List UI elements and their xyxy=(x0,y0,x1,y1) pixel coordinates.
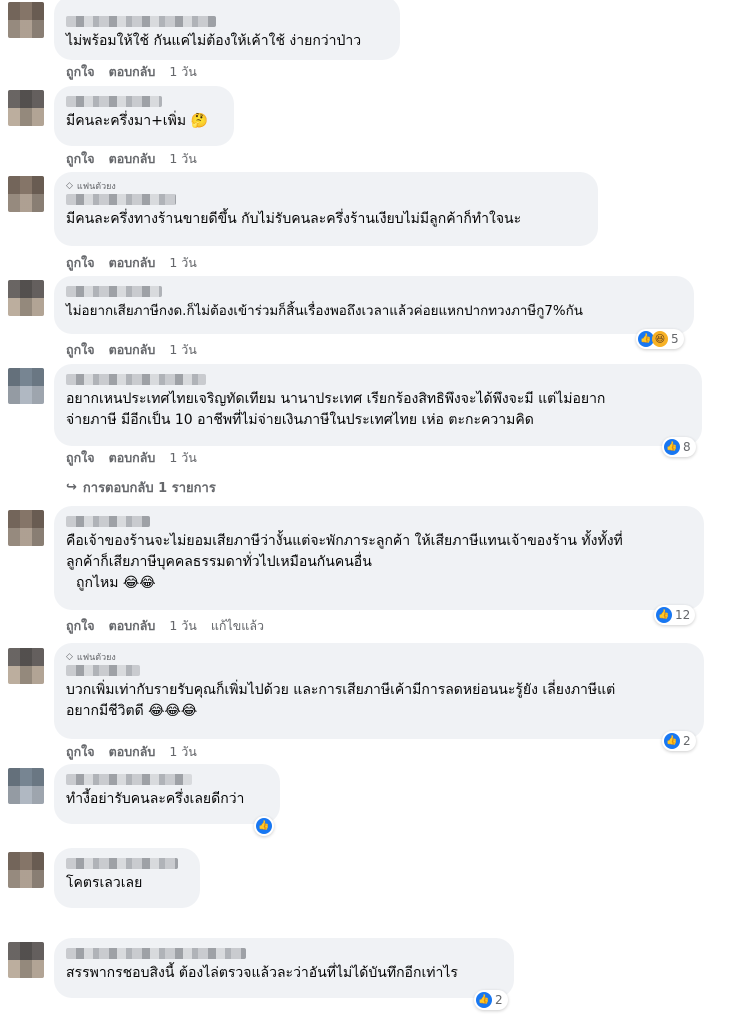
comment-actions: ถูกใจ ตอบกลับ 1 วัน xyxy=(66,253,197,273)
author-name-blurred[interactable] xyxy=(66,194,176,205)
like-icon: 👍 xyxy=(476,992,492,1008)
reaction-count: 2 xyxy=(683,734,691,748)
reaction-count: 12 xyxy=(675,608,691,622)
comment-actions: ถูกใจ ตอบกลับ 1 วัน xyxy=(66,340,197,360)
avatar[interactable] xyxy=(8,176,44,212)
avatar[interactable] xyxy=(8,942,44,978)
comment-bubble: ◇ แฟนตัวยง บวกเพิ่มเท่ากับรายรับคุณก็เพิ่… xyxy=(54,643,704,739)
comment-actions: ถูกใจ ตอบกลับ 1 วัน xyxy=(66,62,197,82)
comment-text: โคตรเลวเลย xyxy=(66,875,143,891)
timestamp[interactable]: 1 วัน xyxy=(169,253,197,273)
timestamp[interactable]: 1 วัน xyxy=(169,448,197,468)
top-fan-badge: ◇ แฟนตัวยง xyxy=(66,181,116,192)
reaction-summary[interactable]: 👍 😆 5 xyxy=(636,329,684,349)
comment-text: สรรพากรชอบสิงนี้ ต้องไล่ตรวจแล้วละว่าอัน… xyxy=(66,965,458,981)
author-name-blurred[interactable] xyxy=(66,858,178,869)
reply-button[interactable]: ตอบกลับ xyxy=(109,340,156,360)
comment-text: ทำงี้อย่ารับคนละครึ่งเลยดีกว่า xyxy=(66,791,245,807)
comment-bubble: ทำงี้อย่ารับคนละครึ่งเลยดีกว่า xyxy=(54,764,280,824)
like-button[interactable]: ถูกใจ xyxy=(66,448,95,468)
timestamp[interactable]: 1 วัน xyxy=(169,149,197,169)
comment-bubble: อยากเหนประเทศไทยเจริญทัดเทียม นานาประเทศ… xyxy=(54,364,702,446)
reaction-summary[interactable]: 👍 2 xyxy=(474,990,508,1010)
author-name-blurred[interactable] xyxy=(66,16,216,27)
comment-actions: ถูกใจ ตอบกลับ 1 วัน xyxy=(66,448,197,468)
author-name-blurred[interactable] xyxy=(66,665,140,676)
reaction-summary[interactable]: 👍 8 xyxy=(662,437,696,457)
comment-text: บวกเพิ่มเท่ากับรายรับคุณก็เพิ่มไปด้วย แล… xyxy=(66,682,616,719)
comment-bubble: คือเจ้าของร้านจะไม่ยอมเสียภาษีว่างั้นแต่… xyxy=(54,506,704,610)
avatar[interactable] xyxy=(8,280,44,316)
like-icon: 👍 xyxy=(664,733,680,749)
timestamp[interactable]: 1 วัน xyxy=(169,62,197,82)
reaction-count: 2 xyxy=(495,993,503,1007)
comment-text: คือเจ้าของร้านจะไม่ยอมเสียภาษีว่างั้นแต่… xyxy=(66,533,623,591)
reply-arrow-icon: ↪ xyxy=(66,480,77,495)
top-fan-badge: ◇ แฟนตัวยง xyxy=(66,652,116,663)
comment-bubble: สรรพากรชอบสิงนี้ ต้องไล่ตรวจแล้วละว่าอัน… xyxy=(54,938,514,998)
timestamp[interactable]: 1 วัน xyxy=(169,616,197,636)
avatar[interactable] xyxy=(8,368,44,404)
comment-text: ไม่อยากเสียภาษีกงด.ก็ไม่ต้องเข้าร่วมก็สิ… xyxy=(66,304,583,319)
avatar[interactable] xyxy=(8,510,44,546)
reply-button[interactable]: ตอบกลับ xyxy=(109,253,156,273)
like-icon: 👍 xyxy=(664,439,680,455)
comment-actions: ถูกใจ ตอบกลับ 1 วัน xyxy=(66,149,197,169)
reaction-summary[interactable]: 👍 2 xyxy=(662,731,696,751)
timestamp[interactable]: 1 วัน xyxy=(169,742,197,762)
like-button[interactable]: ถูกใจ xyxy=(66,62,95,82)
reaction-count: 5 xyxy=(671,332,679,346)
avatar[interactable] xyxy=(8,648,44,684)
comment-actions: ถูกใจ ตอบกลับ 1 วัน xyxy=(66,742,197,762)
comment-bubble: ไม่พร้อมให้ใช้ กันแค่ไม่ต้องให้เค้าใช้ ง… xyxy=(54,0,400,60)
avatar[interactable] xyxy=(8,2,44,38)
comment-bubble: ◇ แฟนตัวยง มีคนละครึ่งทางร้านขายดีขึ้น กั… xyxy=(54,172,598,246)
reaction-count: 8 xyxy=(683,440,691,454)
reply-button[interactable]: ตอบกลับ xyxy=(109,62,156,82)
comment-actions: ถูกใจ ตอบกลับ 1 วัน แก้ไขแล้ว xyxy=(66,616,264,636)
author-name-blurred[interactable] xyxy=(66,286,162,297)
edited-label[interactable]: แก้ไขแล้ว xyxy=(211,616,264,636)
diamond-icon: ◇ xyxy=(66,652,73,662)
reply-button[interactable]: ตอบกลับ xyxy=(109,742,156,762)
view-replies-link[interactable]: ↪ การตอบกลับ 1 รายการ xyxy=(66,477,216,498)
comment-bubble: โคตรเลวเลย xyxy=(54,848,200,908)
like-icon: 👍 xyxy=(256,818,272,834)
avatar[interactable] xyxy=(8,90,44,126)
comment-bubble: มีคนละครึ่งมา+เพิ่ม 🤔 xyxy=(54,86,234,146)
like-button[interactable]: ถูกใจ xyxy=(66,149,95,169)
author-name-blurred[interactable] xyxy=(66,516,150,527)
like-button[interactable]: ถูกใจ xyxy=(66,742,95,762)
reply-button[interactable]: ตอบกลับ xyxy=(109,448,156,468)
reply-button[interactable]: ตอบกลับ xyxy=(109,616,156,636)
comment-text: อยากเหนประเทศไทยเจริญทัดเทียม นานาประเทศ… xyxy=(66,391,606,428)
author-name-blurred[interactable] xyxy=(66,374,206,385)
avatar[interactable] xyxy=(8,768,44,804)
comment-text: มีคนละครึ่งมา+เพิ่ม 🤔 xyxy=(66,113,208,129)
like-button[interactable]: ถูกใจ xyxy=(66,616,95,636)
author-name-blurred[interactable] xyxy=(66,948,246,959)
like-icon: 👍 xyxy=(656,607,672,623)
author-name-blurred[interactable] xyxy=(66,96,162,107)
comment-text: ไม่พร้อมให้ใช้ กันแค่ไม่ต้องให้เค้าใช้ ง… xyxy=(66,33,362,49)
timestamp[interactable]: 1 วัน xyxy=(169,340,197,360)
author-name-blurred[interactable] xyxy=(66,774,192,785)
like-button[interactable]: ถูกใจ xyxy=(66,340,95,360)
diamond-icon: ◇ xyxy=(66,181,73,191)
comment-text: มีคนละครึ่งทางร้านขายดีขึ้น กับไม่รับคนล… xyxy=(66,211,522,227)
reaction-summary[interactable]: 👍 12 xyxy=(654,605,696,625)
reaction-summary[interactable]: 👍 xyxy=(254,816,274,836)
comment-bubble: ไม่อยากเสียภาษีกงด.ก็ไม่ต้องเข้าร่วมก็สิ… xyxy=(54,276,694,334)
avatar[interactable] xyxy=(8,852,44,888)
reply-button[interactable]: ตอบกลับ xyxy=(109,149,156,169)
haha-icon: 😆 xyxy=(652,331,668,347)
like-button[interactable]: ถูกใจ xyxy=(66,253,95,273)
